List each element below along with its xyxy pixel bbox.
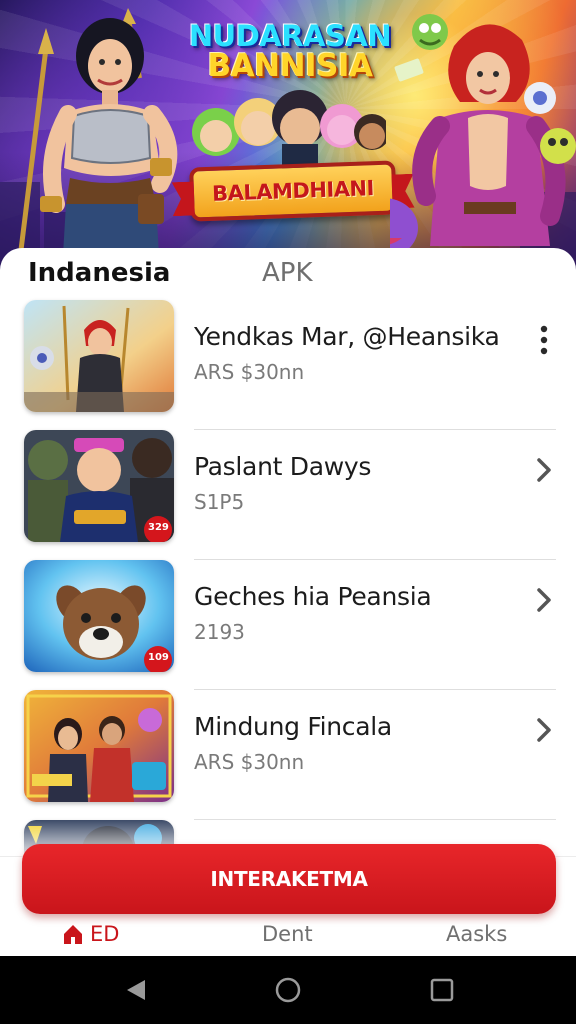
home-circle-icon[interactable]	[274, 976, 302, 1004]
banner-title-line2: BANNISIA	[207, 48, 373, 84]
app-subtitle: 2193	[194, 620, 245, 644]
app-title: Geches hia Peansia	[194, 582, 432, 611]
app-thumbnail	[24, 690, 174, 802]
banner-title: NUDARASAN BANNISIA	[170, 22, 410, 82]
app-badge: 109	[148, 652, 169, 663]
promo-banner[interactable]: NUDARASAN BANNISIA BALAMDHIANI	[0, 0, 576, 272]
banner-title-line1: NUDARASAN	[188, 19, 392, 53]
banner-ribbon-text: BALAMDHIANI	[211, 176, 375, 206]
bottom-nav: ED Dent Aasks	[0, 916, 576, 956]
list-item[interactable]: 329 Paslant Dawys S1P5	[0, 430, 576, 560]
nav-item-aasks[interactable]: Aasks	[446, 922, 507, 946]
nav-label: ED	[90, 922, 120, 946]
app-thumbnail: 329	[24, 430, 174, 542]
system-navigation-bar	[0, 956, 576, 1024]
tab-apk[interactable]: APK	[262, 258, 313, 288]
nav-label: Aasks	[446, 922, 508, 946]
recents-square-icon[interactable]	[428, 976, 456, 1004]
more-vertical-icon[interactable]	[528, 320, 560, 360]
list-item[interactable]: Yendkas Mar, @Heansika ARS $30nn	[0, 300, 576, 430]
app-badge: 329	[148, 522, 169, 533]
banner-ribbon: BALAMDHIANI	[189, 160, 397, 222]
tab-bar: Indanesia APK	[0, 248, 576, 298]
app-title: Mindung Fincala	[194, 712, 392, 741]
app-subtitle: S1P5	[194, 490, 245, 514]
banner-character-group-illustration	[192, 90, 386, 172]
chevron-right-icon[interactable]	[528, 580, 560, 620]
back-icon[interactable]	[122, 976, 150, 1004]
nav-label: Dent	[262, 922, 313, 946]
app-thumbnail: 109	[24, 560, 174, 672]
app-title: Paslant Dawys	[194, 452, 372, 481]
banner-hero-right-illustration	[390, 14, 576, 258]
nav-item-ed[interactable]: ED	[62, 922, 119, 946]
list-item[interactable]: 109 Geches hia Peansia 2193	[0, 560, 576, 690]
tab-indanesia[interactable]: Indanesia	[28, 258, 170, 288]
list-item[interactable]: Mindung Fincala ARS $30nn	[0, 690, 576, 820]
house-icon	[64, 925, 82, 944]
app-subtitle: ARS $30nn	[194, 750, 305, 774]
app-thumbnail	[24, 300, 174, 412]
app-title: Yendkas Mar, @Heansika	[194, 322, 500, 351]
chevron-right-icon[interactable]	[528, 710, 560, 750]
nav-item-dent[interactable]: Dent	[262, 922, 313, 946]
primary-cta-button[interactable]: INTERAKETMA	[22, 844, 556, 914]
app-subtitle: ARS $30nn	[194, 360, 305, 384]
chevron-right-icon[interactable]	[528, 450, 560, 490]
